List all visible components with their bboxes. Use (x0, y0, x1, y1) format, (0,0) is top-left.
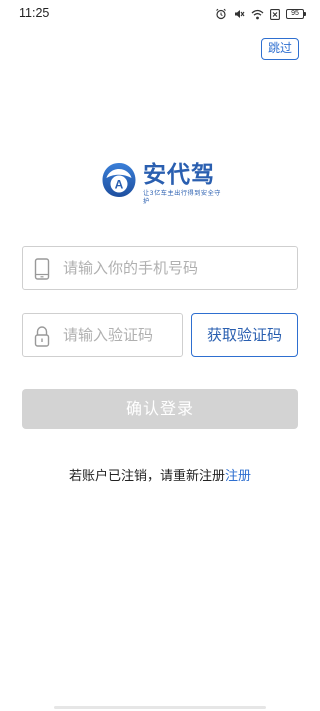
phone-field (22, 246, 298, 290)
battery-icon: 95 (286, 9, 306, 19)
logo-emblem-letter: A (115, 178, 124, 192)
sim-icon (270, 8, 280, 20)
phone-icon (34, 258, 50, 280)
mute-icon (235, 10, 245, 18)
lock-icon (34, 326, 50, 347)
skip-button[interactable]: 跳过 (261, 38, 299, 60)
account-note: 若账户已注销，请重新注册注册 (0, 465, 320, 484)
code-input[interactable] (63, 314, 178, 356)
steering-wheel-logo-icon: A (102, 163, 136, 197)
status-bar: 11:25 95 (0, 0, 320, 28)
code-field (22, 313, 183, 357)
home-indicator[interactable] (54, 706, 266, 709)
wifi-icon (251, 9, 264, 19)
status-icons: 95 (215, 7, 306, 21)
status-time: 11:25 (19, 6, 50, 20)
phone-input[interactable] (63, 247, 288, 289)
logo-title: 安代驾 (143, 162, 215, 188)
app-logo: A 安代驾 让3亿车主出行得到安全守护 (101, 160, 227, 206)
get-code-button[interactable]: 获取验证码 (191, 313, 298, 357)
register-link[interactable]: 注册 (225, 469, 251, 484)
logo-tagline: 让3亿车主出行得到安全守护 (143, 190, 221, 205)
login-button[interactable]: 确认登录 (22, 389, 298, 429)
alarm-icon (216, 8, 226, 20)
note-text: 若账户已注销，请重新注册 (68, 469, 225, 484)
